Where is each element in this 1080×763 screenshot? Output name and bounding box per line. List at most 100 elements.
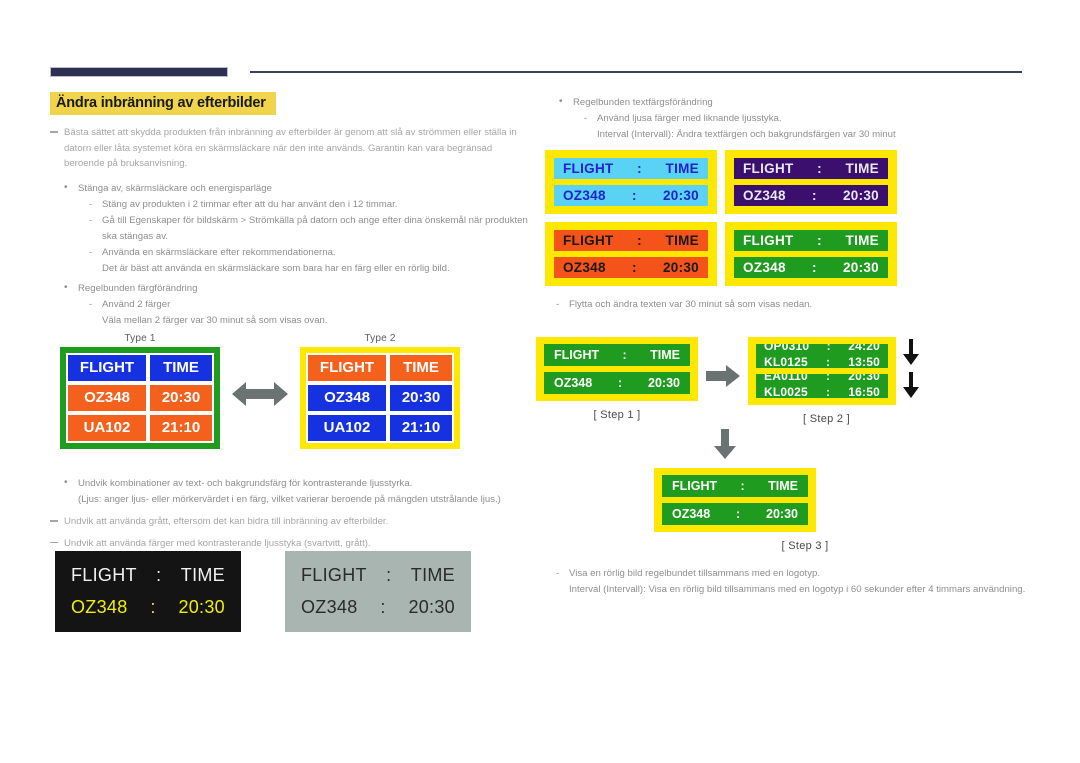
board-row-data: EA0110 : 20:30 xyxy=(756,374,888,383)
right-sub-list-2: Flytta och ändra texten var 30 minut så … xyxy=(545,297,1035,313)
left-note-3: Undvik att använda färger med kontraster… xyxy=(50,536,540,552)
right-sub-list-1: Använd ljusa färger med liknande ljussty… xyxy=(573,111,1035,143)
left-bullet-list-2: Regelbunden färgförändring Använd 2 färg… xyxy=(50,280,530,329)
sub-item-note: Väla mellan 2 färger var 30 minut så som… xyxy=(102,314,328,326)
step-3-block: FLIGHT : TIME OZ348 : 20:30 [ Step 3 ] xyxy=(654,468,956,552)
cell-separator: : xyxy=(826,374,831,383)
list-item: Använda en skärmsläckare efter rekommend… xyxy=(78,245,530,277)
cell-code: KL0125 xyxy=(764,355,808,369)
cell-flight: FLIGHT xyxy=(672,479,718,493)
cell-flight: FLIGHT xyxy=(71,565,137,585)
cell-separator: : xyxy=(618,376,623,390)
cell-separator: : xyxy=(826,385,831,399)
board-row-header: FLIGHT : TIME xyxy=(71,565,225,586)
panel-row-data: OZ348 : 20:30 xyxy=(554,257,708,278)
cell-code2: UA102 xyxy=(308,415,386,441)
type-1-label: Type 1 xyxy=(124,333,156,344)
board-row-header: FLIGHT : TIME xyxy=(301,565,455,586)
board-row-data: OZ348 : 20:30 xyxy=(71,597,225,618)
cell-separator: : xyxy=(817,161,822,176)
panel-row-header: FLIGHT : TIME xyxy=(734,158,888,179)
sub-item-text: Visa en rörlig bild regelbundet tillsamm… xyxy=(569,568,820,579)
cell-clock: 24:20 xyxy=(848,344,880,353)
cell-separator: : xyxy=(817,233,822,248)
cell-clock: 20:30 xyxy=(842,260,879,275)
cell-code: OZ348 xyxy=(563,188,606,203)
left-sub-list-1: Stäng av produkten i 2 timmar efter att … xyxy=(78,197,530,277)
left-bullet-list-1: Stänga av, skärmsläckare och energisparl… xyxy=(50,180,530,277)
bullet-label: Stänga av, skärmsläckare och energisparl… xyxy=(78,182,272,194)
cell-code: OZ348 xyxy=(301,597,358,617)
cell-separator: : xyxy=(826,355,831,369)
cell-clock: 20:30 xyxy=(662,260,699,275)
left-column: Ändra inbränning av efterbilder Bästa sä… xyxy=(50,92,530,333)
cell-separator: : xyxy=(622,348,627,362)
cell-time: TIME xyxy=(390,355,452,381)
cell-code: EA0110 xyxy=(764,374,808,383)
cell-code: OZ348 xyxy=(672,507,711,521)
double-arrow-left-right-icon xyxy=(232,379,288,414)
left-sub-list-2: Använd 2 färger Väla mellan 2 färger var… xyxy=(78,297,530,329)
cell-code: OZ348 xyxy=(743,260,786,275)
board-row-data: OP0310 : 24:20 xyxy=(756,344,888,353)
bullet-note: (Ljus: anger ljus- eller mörkervärdet i … xyxy=(78,494,501,505)
sub-item-text: Använd 2 färger xyxy=(102,298,171,310)
intro-note: Bästa sättet att skydda produkten från i… xyxy=(50,125,530,172)
sub-item-note: Interval (Intervall): Visa en rörlig bil… xyxy=(569,584,1026,595)
cell-time: TIME xyxy=(665,233,699,248)
header-accent-bar xyxy=(50,67,228,77)
scroll-row-2: EA0110 : 20:30 KL0025 : 16:50 xyxy=(756,374,888,398)
cell-clock: 20:30 xyxy=(408,597,455,617)
list-item: Stänga av, skärmsläckare och energisparl… xyxy=(50,180,530,277)
steps-diagram: FLIGHT : TIME OZ348 : 20:30 [ Step 1 ] O… xyxy=(536,337,956,567)
cell-flight: FLIGHT xyxy=(743,161,794,176)
panel-row-header: FLIGHT : TIME xyxy=(554,158,708,179)
panel-cyan-blue: FLIGHT : TIME OZ348 : 20:30 xyxy=(545,150,717,214)
table-row: FLIGHT TIME xyxy=(66,353,214,383)
sub-item-text: Stäng av produkten i 2 timmar efter att … xyxy=(102,198,398,210)
list-item: Stäng av produkten i 2 timmar efter att … xyxy=(78,197,530,213)
table-row: UA102 21:10 xyxy=(66,413,214,443)
type-1-block: Type 1 FLIGHT TIME OZ348 20:30 UA102 21:… xyxy=(60,333,220,449)
cell-clock: 20:30 xyxy=(842,188,879,203)
color-panel-grid: FLIGHT : TIME OZ348 : 20:30 FLIGHT : TIM… xyxy=(545,150,1035,286)
cell-separator: : xyxy=(631,260,637,275)
cell-clock: 13:50 xyxy=(848,355,880,369)
table-row: FLIGHT TIME xyxy=(306,353,454,383)
right-sub-list-3: Visa en rörlig bild regelbundet tillsamm… xyxy=(545,566,1035,598)
table-row: OZ348 20:30 xyxy=(66,383,214,413)
document-page: Ändra inbränning av efterbilder Bästa sä… xyxy=(0,0,1080,763)
cell-separator: : xyxy=(380,597,386,617)
left-bullet-list-3: Undvik kombinationer av text- och bakgru… xyxy=(50,475,540,508)
cell-code: OZ348 xyxy=(308,385,386,411)
sub-item-note: Det är bäst att använda en skärmsläckare… xyxy=(102,262,450,274)
cell-separator: : xyxy=(826,344,831,353)
cell-separator: : xyxy=(156,565,162,585)
step-1-label: [ Step 1 ] xyxy=(593,409,641,421)
sub-item-text: Använd ljusa färger med liknande ljussty… xyxy=(597,113,782,124)
cell-code: KL0025 xyxy=(764,385,808,399)
cell-separator: : xyxy=(637,233,642,248)
type-2-label: Type 2 xyxy=(364,333,396,344)
right-bullet-list-1: Regelbunden textfärgsförändring Använd l… xyxy=(545,94,1035,143)
cell-separator: : xyxy=(811,260,817,275)
cell-code: OP0310 xyxy=(764,344,810,353)
arrow-down-icon xyxy=(714,429,736,463)
cell-separator: : xyxy=(740,479,745,493)
panel-purple-white: FLIGHT : TIME OZ348 : 20:30 xyxy=(725,150,897,214)
bullet-label: Regelbunden textfärgsförändring xyxy=(573,97,713,108)
cell-clock2: 21:10 xyxy=(390,415,452,441)
cell-flight: FLIGHT xyxy=(563,161,614,176)
list-item: Regelbunden textfärgsförändring Använd l… xyxy=(545,94,1035,143)
panel-row-header: FLIGHT : TIME xyxy=(734,230,888,251)
panel-row-header: FLIGHT : TIME xyxy=(554,230,708,251)
cell-flight: FLIGHT xyxy=(563,233,614,248)
cell-separator: : xyxy=(736,507,741,521)
cell-code: OZ348 xyxy=(71,597,128,617)
cell-flight: FLIGHT xyxy=(308,355,386,381)
step-1-block: FLIGHT : TIME OZ348 : 20:30 [ Step 1 ] xyxy=(536,337,698,421)
cell-flight: FLIGHT xyxy=(301,565,367,585)
list-item: Använd 2 färger Väla mellan 2 färger var… xyxy=(78,297,530,329)
board-row-data: OZ348 : 20:30 xyxy=(662,503,808,525)
board-row-data: OZ348 : 20:30 xyxy=(544,372,690,394)
